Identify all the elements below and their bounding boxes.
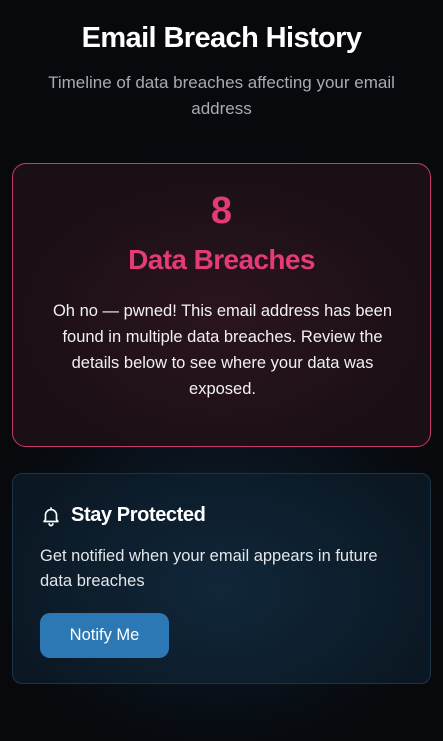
stay-protected-title: Stay Protected (71, 504, 206, 526)
breach-description: Oh no — pwned! This email address has be… (52, 302, 393, 398)
breach-summary-card: 8 Data Breaches Oh no — pwned! This emai… (12, 163, 431, 447)
page-subtitle: Timeline of data breaches affecting your… (48, 73, 395, 118)
notify-me-button[interactable]: Notify Me (40, 613, 169, 658)
breach-count-label: Data Breaches (128, 244, 315, 275)
page: Email Breach History Timeline of data br… (0, 0, 443, 741)
page-title: Email Breach History (81, 22, 362, 54)
stay-protected-header: Stay Protected (40, 504, 206, 527)
bell-icon (43, 506, 59, 526)
stay-protected-card: Stay Protected Get notified when your em… (12, 473, 431, 684)
stay-protected-description: Get notified when your email appears in … (40, 547, 378, 590)
breach-count: 8 (210, 190, 233, 232)
